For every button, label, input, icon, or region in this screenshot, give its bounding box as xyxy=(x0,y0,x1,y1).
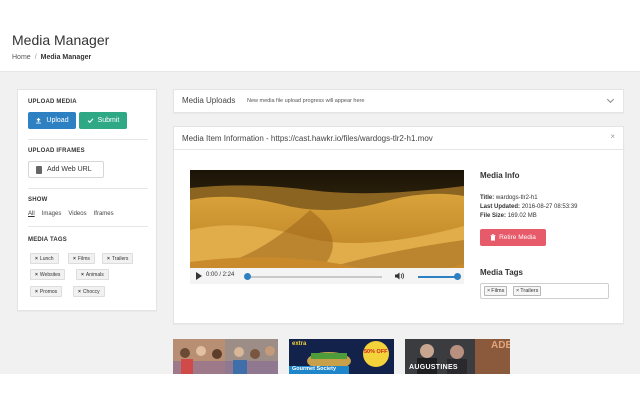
tag-label: Promos xyxy=(39,288,58,295)
upload-icon xyxy=(36,117,42,124)
breadcrumb-current: Media Manager xyxy=(40,54,92,61)
show-iframes-link[interactable]: Iframes xyxy=(94,211,114,217)
divider xyxy=(28,188,148,189)
tag-films[interactable]: × Films xyxy=(68,253,95,264)
upload-media-title: UPLOAD MEDIA xyxy=(28,99,77,105)
tag-promos[interactable]: × Promos xyxy=(30,286,63,297)
desert-video-still xyxy=(190,170,464,284)
remove-tag-icon: × xyxy=(78,288,81,295)
tag-trailers[interactable]: × Trailers xyxy=(102,253,134,264)
submit-button[interactable]: Submit xyxy=(79,112,127,129)
media-tag-trailers[interactable]: × Trailers xyxy=(513,286,542,296)
media-title-line: Title: wardogs-tlr2-h1 xyxy=(480,195,538,201)
remove-tag-icon: × xyxy=(107,255,110,262)
media-info-title: Media Info xyxy=(480,171,520,180)
seek-handle[interactable] xyxy=(244,273,251,280)
media-info-panel: Media Item Information - https://cast.ha… xyxy=(173,126,625,324)
footer-area xyxy=(0,374,640,400)
video-frame[interactable] xyxy=(190,170,464,284)
divider xyxy=(28,139,148,140)
film-corner-text: ADE xyxy=(491,340,510,351)
volume-handle[interactable] xyxy=(454,273,461,280)
add-web-url-label: Add Web URL xyxy=(47,166,92,173)
tag-animals[interactable]: × Animals xyxy=(76,269,109,280)
remove-tag-icon: × xyxy=(81,271,84,278)
file-size-label: File Size: xyxy=(480,213,507,219)
submit-button-label: Submit xyxy=(97,117,120,124)
page-header: Media Manager Home / Media Manager xyxy=(0,0,640,72)
remove-tag-icon: × xyxy=(73,255,76,262)
media-info-panel-title: Media Item Information - https://cast.ha… xyxy=(182,134,433,143)
media-thumbnail[interactable]: ADE AUGUSTINES xyxy=(405,339,510,374)
breadcrumb: Home / Media Manager xyxy=(12,53,91,62)
file-size-line: File Size: 169.02 MB xyxy=(480,213,537,219)
upload-button[interactable]: Upload xyxy=(28,112,76,129)
show-images-link[interactable]: Images xyxy=(42,211,62,217)
media-tag-label: Trailers xyxy=(520,288,539,294)
media-tag-films[interactable]: × Films xyxy=(484,286,508,296)
add-web-url-button[interactable]: Add Web URL xyxy=(28,161,104,178)
tag-choccy[interactable]: × Choccy xyxy=(73,286,105,297)
breadcrumb-separator: / xyxy=(34,54,37,61)
trash-icon xyxy=(490,234,496,241)
media-uploads-title: Media Uploads xyxy=(182,96,236,105)
upload-button-label: Upload xyxy=(46,117,69,124)
seek-bar[interactable] xyxy=(246,276,382,278)
media-thumbnail[interactable]: extra 50% OFF Gourmet Society xyxy=(289,339,394,374)
last-updated-value: 2016-08-27 08:53:39 xyxy=(521,204,578,210)
media-tags-title: MEDIA TAGS xyxy=(28,237,67,243)
media-uploads-panel[interactable]: Media Uploads New media file upload prog… xyxy=(173,89,624,113)
video-player-controls: 0:00 / 2:24 xyxy=(190,268,464,284)
check-icon xyxy=(87,118,93,124)
volume-slider[interactable] xyxy=(418,276,457,278)
tag-label: Lunch xyxy=(39,255,54,262)
tag-label: Trailers xyxy=(111,255,129,262)
media-tags-input[interactable]: × Films × Trailers xyxy=(480,283,609,299)
chevron-down-icon[interactable] xyxy=(606,95,615,104)
remove-tag-icon[interactable]: × xyxy=(487,288,490,294)
remove-tag-icon: × xyxy=(35,271,38,278)
promo-extra-text: extra xyxy=(292,341,307,347)
retire-media-button[interactable]: Retire Media xyxy=(480,229,546,246)
tag-lunch[interactable]: × Lunch xyxy=(30,253,59,264)
media-thumbnail[interactable] xyxy=(173,339,278,374)
sidebar-panel: UPLOAD MEDIA Upload Submit UPLOAD IFRAME… xyxy=(17,89,157,311)
media-title-label: Title: xyxy=(480,195,495,201)
crowd-thumbnail-image xyxy=(173,339,278,374)
last-updated-line: Last Updated: 2016-08-27 08:53:39 xyxy=(480,204,577,210)
media-title-value: wardogs-tlr2-h1 xyxy=(495,195,538,201)
media-uploads-note: New media file upload progress will appe… xyxy=(247,98,365,104)
tag-label: Films xyxy=(77,255,90,262)
film-title: AUGUSTINES xyxy=(409,364,458,371)
tag-label: Websites xyxy=(39,271,61,278)
last-updated-label: Last Updated: xyxy=(480,204,521,210)
show-title: SHOW xyxy=(28,197,48,203)
media-tag-label: Films xyxy=(491,288,505,294)
show-all-link[interactable]: All xyxy=(28,211,35,217)
show-videos-link[interactable]: Videos xyxy=(68,211,86,217)
media-tags-title: Media Tags xyxy=(480,268,523,277)
page-title: Media Manager xyxy=(12,32,110,48)
tag-label: Animals xyxy=(85,271,104,278)
promo-badge: 50% OFF xyxy=(364,349,388,355)
upload-iframes-title: UPLOAD IFRAMES xyxy=(28,148,85,154)
breadcrumb-home-link[interactable]: Home xyxy=(12,54,31,61)
document-icon xyxy=(36,165,42,174)
remove-tag-icon[interactable]: × xyxy=(516,288,519,294)
retire-media-label: Retire Media xyxy=(499,234,536,241)
remove-tag-icon: × xyxy=(35,288,38,295)
player-time: 0:00 / 2:24 xyxy=(206,272,235,278)
show-filter: All Images Videos Iframes xyxy=(28,211,114,217)
remove-tag-icon: × xyxy=(35,255,38,262)
play-icon[interactable] xyxy=(196,272,202,280)
volume-icon[interactable] xyxy=(395,272,405,280)
tag-websites[interactable]: × Websites xyxy=(30,269,66,280)
divider xyxy=(174,149,625,150)
tag-label: Choccy xyxy=(82,288,100,295)
file-size-value: 169.02 MB xyxy=(507,213,537,219)
divider xyxy=(28,226,148,227)
close-icon[interactable]: × xyxy=(610,132,615,141)
promo-caption: Gourmet Society xyxy=(292,366,337,372)
